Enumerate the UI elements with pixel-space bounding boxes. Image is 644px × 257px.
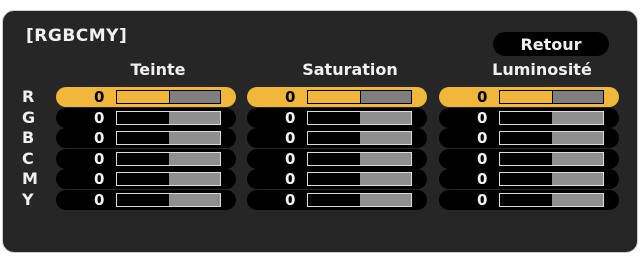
slider-value: 0: [285, 129, 296, 147]
slider-value: 0: [477, 191, 488, 209]
slider-track[interactable]: [307, 152, 412, 166]
row-label-m: M: [22, 169, 38, 188]
panel-title: [RGBCMY]: [26, 26, 128, 46]
slider-value: 0: [94, 170, 105, 188]
slider-fill: [500, 112, 552, 124]
slider-saturation-r[interactable]: 0: [247, 87, 427, 107]
slider-value: 0: [477, 109, 488, 127]
slider-fill: [500, 91, 553, 103]
slider-track[interactable]: [499, 152, 604, 166]
slider-track[interactable]: [116, 172, 221, 186]
slider-luminosite-b[interactable]: 0: [439, 128, 619, 148]
slider-value: 0: [285, 191, 296, 209]
slider-fill: [500, 173, 552, 185]
slider-luminosite-r[interactable]: 0: [439, 87, 619, 107]
slider-track[interactable]: [499, 193, 604, 207]
slider-track[interactable]: [499, 131, 604, 145]
back-button[interactable]: Retour: [493, 32, 609, 56]
row-label-r: R: [22, 87, 35, 106]
column-header-saturation: Saturation: [302, 60, 398, 79]
slider-teinte-c[interactable]: 0: [56, 149, 236, 169]
slider-value: 0: [477, 129, 488, 147]
slider-fill: [308, 173, 360, 185]
slider-value: 0: [285, 150, 296, 168]
slider-value: 0: [477, 150, 488, 168]
slider-teinte-r[interactable]: 0: [56, 87, 236, 107]
slider-fill: [117, 173, 169, 185]
slider-fill: [308, 112, 360, 124]
slider-track[interactable]: [499, 90, 604, 104]
slider-fill: [308, 194, 360, 206]
slider-luminosite-y[interactable]: 0: [439, 190, 619, 210]
slider-saturation-y[interactable]: 0: [247, 190, 427, 210]
slider-track[interactable]: [307, 90, 412, 104]
slider-track[interactable]: [116, 90, 221, 104]
slider-saturation-g[interactable]: 0: [247, 108, 427, 128]
slider-teinte-g[interactable]: 0: [56, 108, 236, 128]
slider-fill: [308, 153, 360, 165]
slider-saturation-m[interactable]: 0: [247, 169, 427, 189]
slider-fill: [500, 153, 552, 165]
slider-value: 0: [285, 109, 296, 127]
slider-track[interactable]: [307, 111, 412, 125]
slider-fill: [308, 132, 360, 144]
slider-value: 0: [285, 170, 296, 188]
slider-track[interactable]: [116, 111, 221, 125]
row-label-g: G: [22, 108, 36, 127]
slider-value: 0: [285, 88, 296, 106]
slider-value: 0: [477, 170, 488, 188]
slider-value: 0: [94, 191, 105, 209]
slider-value: 0: [94, 129, 105, 147]
slider-saturation-b[interactable]: 0: [247, 128, 427, 148]
slider-saturation-c[interactable]: 0: [247, 149, 427, 169]
slider-track[interactable]: [307, 131, 412, 145]
slider-value: 0: [94, 88, 105, 106]
slider-fill: [500, 132, 552, 144]
slider-luminosite-c[interactable]: 0: [439, 149, 619, 169]
slider-value: 0: [477, 88, 488, 106]
slider-fill: [500, 194, 552, 206]
column-header-luminosite: Luminosité: [492, 60, 592, 79]
slider-teinte-m[interactable]: 0: [56, 169, 236, 189]
slider-value: 0: [94, 150, 105, 168]
row-label-b: B: [22, 128, 35, 147]
slider-teinte-y[interactable]: 0: [56, 190, 236, 210]
slider-teinte-b[interactable]: 0: [56, 128, 236, 148]
column-header-teinte: Teinte: [130, 60, 186, 79]
slider-fill: [117, 91, 170, 103]
slider-track[interactable]: [307, 172, 412, 186]
slider-track[interactable]: [116, 193, 221, 207]
slider-value: 0: [94, 109, 105, 127]
row-label-y: Y: [22, 190, 34, 209]
slider-luminosite-g[interactable]: 0: [439, 108, 619, 128]
slider-track[interactable]: [499, 111, 604, 125]
slider-track[interactable]: [307, 193, 412, 207]
slider-track[interactable]: [116, 152, 221, 166]
slider-track[interactable]: [499, 172, 604, 186]
slider-fill: [117, 112, 169, 124]
slider-fill: [308, 91, 361, 103]
slider-fill: [117, 132, 169, 144]
slider-fill: [117, 153, 169, 165]
row-label-c: C: [22, 149, 34, 168]
slider-fill: [117, 194, 169, 206]
slider-luminosite-m[interactable]: 0: [439, 169, 619, 189]
slider-track[interactable]: [116, 131, 221, 145]
